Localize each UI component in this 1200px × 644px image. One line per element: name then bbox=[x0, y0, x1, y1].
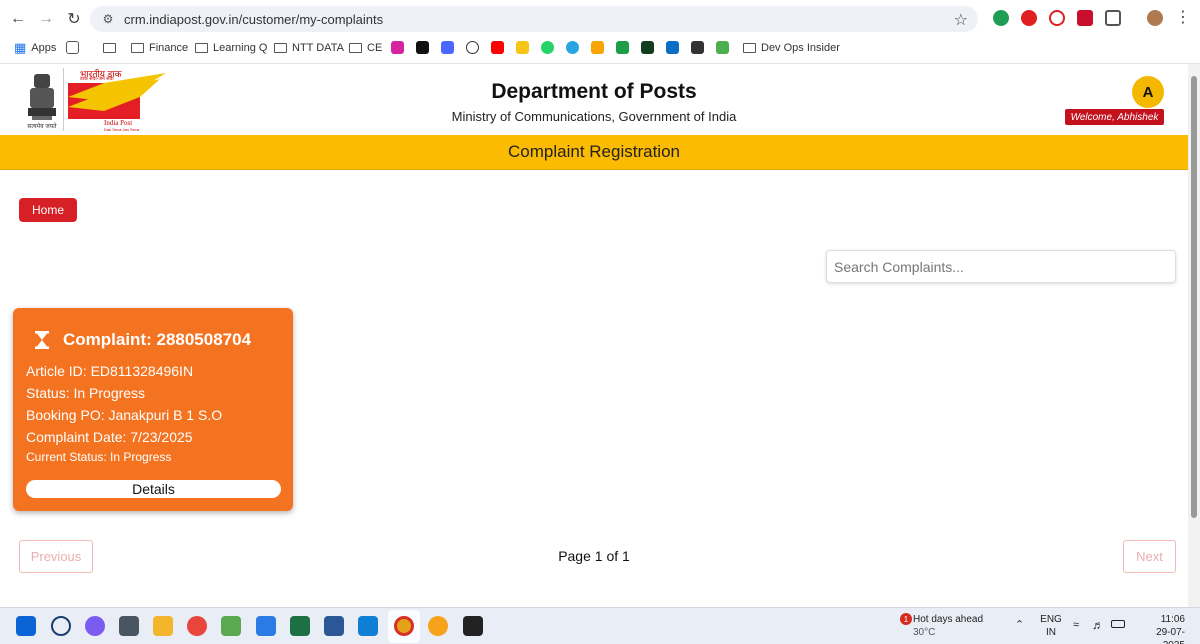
complaint-title: Complaint: 2880508704 bbox=[63, 330, 252, 349]
details-button[interactable]: Details bbox=[26, 480, 281, 498]
complaint-card: Complaint: 2880508704 Article ID: ED8113… bbox=[13, 308, 293, 511]
bookmark-finance[interactable]: Finance bbox=[131, 40, 188, 56]
address-bar[interactable]: ⚙ crm.indiapost.gov.in/customer/my-compl… bbox=[90, 6, 978, 32]
page-subtitle: Ministry of Communications, Government o… bbox=[451, 109, 737, 124]
forward-arrow-icon[interactable]: → bbox=[34, 7, 58, 31]
folder-icon bbox=[274, 43, 287, 53]
bookmark-folder[interactable] bbox=[103, 40, 116, 56]
search-complaints-input[interactable] bbox=[826, 250, 1176, 283]
chevron-up-icon[interactable]: ⌃ bbox=[1015, 618, 1024, 631]
photos-icon[interactable] bbox=[187, 616, 207, 636]
vscode-icon[interactable] bbox=[358, 616, 378, 636]
profile-avatar-icon[interactable] bbox=[1147, 10, 1163, 26]
complaint-status: Status: In Progress bbox=[26, 385, 146, 401]
grid-icon[interactable] bbox=[66, 41, 79, 54]
weather-temp: 30°C bbox=[913, 627, 936, 638]
scrollbar-thumb[interactable] bbox=[1191, 76, 1197, 518]
bookmark-ce[interactable]: CE bbox=[349, 40, 382, 56]
home-button[interactable]: Home bbox=[19, 198, 77, 222]
page-scrollbar[interactable] bbox=[1188, 64, 1200, 607]
folder-icon bbox=[349, 43, 362, 53]
link-icon[interactable] bbox=[591, 41, 604, 54]
folder-icon bbox=[195, 43, 208, 53]
extensions-puzzle-icon[interactable] bbox=[1105, 10, 1121, 26]
clock[interactable]: 11:06 29-07-2025 bbox=[1135, 613, 1185, 644]
apps-grid-icon: ▦ bbox=[14, 40, 27, 55]
word-icon[interactable] bbox=[324, 616, 344, 636]
taskbar: 1 Hot days ahead 30°C ⌃ ENG IN ≈ ♬ 11:06… bbox=[0, 607, 1200, 644]
browser-menu-icon[interactable]: ⋮ bbox=[1175, 7, 1191, 27]
logo-tagline: Dak Seva Jan Seva bbox=[104, 127, 140, 132]
folder-icon bbox=[131, 43, 144, 53]
volume-icon[interactable]: ♬ bbox=[1092, 618, 1104, 632]
complaint-article-id: Article ID: ED811328496IN bbox=[26, 363, 194, 379]
bookmark-ntt-data[interactable]: NTT DATA bbox=[274, 40, 344, 56]
grammarly-extension-icon[interactable] bbox=[993, 10, 1009, 26]
next-button[interactable]: Next bbox=[1123, 540, 1176, 573]
threads-icon[interactable] bbox=[416, 41, 429, 54]
page-content: सत्यमेव जयते भारतीय डाक डाक सेवा-जन सेवा… bbox=[0, 64, 1188, 607]
sheets-plus-icon[interactable] bbox=[616, 41, 629, 54]
bookmark-learning-q[interactable]: Learning Q bbox=[195, 40, 267, 56]
instagram-icon[interactable] bbox=[391, 41, 404, 54]
youtube-icon[interactable] bbox=[491, 41, 504, 54]
bookmark-star-icon[interactable]: ☆ bbox=[954, 10, 968, 30]
back-arrow-icon[interactable]: ← bbox=[6, 7, 30, 31]
browser-chrome: ← → ↻ ⚙ crm.indiapost.gov.in/customer/my… bbox=[0, 0, 1200, 92]
page-indicator: Page 1 of 1 bbox=[558, 548, 630, 564]
amazon-icon[interactable] bbox=[691, 41, 704, 54]
battery-icon[interactable] bbox=[1111, 620, 1125, 628]
banner-title: Complaint Registration bbox=[508, 142, 680, 161]
ai-icon[interactable] bbox=[441, 41, 454, 54]
chatgpt-icon[interactable] bbox=[466, 41, 479, 54]
video-extension-icon[interactable] bbox=[1077, 10, 1093, 26]
keep-icon[interactable] bbox=[516, 41, 529, 54]
edge-canary-icon[interactable] bbox=[428, 616, 448, 636]
terminal-icon[interactable] bbox=[463, 616, 483, 636]
site-settings-icon[interactable]: ⚙ bbox=[100, 11, 116, 27]
record-extension-icon[interactable] bbox=[1049, 10, 1065, 26]
file-explorer-icon[interactable] bbox=[153, 616, 173, 636]
weather-badge: 1 bbox=[900, 613, 912, 625]
whatsapp-icon[interactable] bbox=[541, 41, 554, 54]
search-icon[interactable] bbox=[51, 616, 71, 636]
weather-title: Hot days ahead bbox=[913, 614, 984, 625]
url-text: crm.indiapost.gov.in/customer/my-complai… bbox=[124, 12, 384, 27]
site-header: सत्यमेव जयते भारतीय डाक डाक सेवा-जन सेवा… bbox=[0, 64, 1188, 135]
bookmark-dev-ops-insider[interactable]: Dev Ops Insider bbox=[743, 40, 840, 56]
language-indicator[interactable]: ENG IN bbox=[1040, 613, 1062, 639]
weather-widget[interactable]: Hot days ahead 30°C bbox=[913, 613, 983, 639]
terminal-green-icon[interactable] bbox=[641, 41, 654, 54]
complaint-current-status: Current Status: In Progress bbox=[26, 450, 172, 464]
section-banner: Complaint Registration bbox=[0, 135, 1188, 170]
windows-start-icon[interactable] bbox=[16, 616, 36, 636]
reload-icon[interactable]: ↻ bbox=[62, 7, 86, 31]
monitor-icon[interactable] bbox=[666, 41, 679, 54]
hourglass-icon bbox=[35, 331, 49, 349]
notepad-icon[interactable] bbox=[256, 616, 276, 636]
bookmark-apps[interactable]: ▦ Apps bbox=[14, 40, 56, 56]
welcome-badge: Welcome, Abhishek bbox=[1065, 109, 1164, 125]
folder-icon bbox=[103, 43, 116, 53]
paint-icon[interactable] bbox=[221, 616, 241, 636]
complaint-booking-po: Booking PO: Janakpuri B 1 S.O bbox=[26, 407, 223, 423]
folder-icon bbox=[743, 43, 756, 53]
complaint-card-header: Complaint: 2880508704 bbox=[35, 330, 251, 350]
telegram-icon[interactable] bbox=[566, 41, 579, 54]
user-avatar[interactable]: A bbox=[1132, 76, 1164, 108]
chrome-icon[interactable] bbox=[394, 616, 414, 636]
copilot-icon[interactable] bbox=[85, 616, 105, 636]
page-title: Department of Posts bbox=[491, 80, 697, 103]
excel-icon[interactable] bbox=[290, 616, 310, 636]
wifi-icon[interactable]: ≈ bbox=[1073, 619, 1079, 631]
complaint-date: Complaint Date: 7/23/2025 bbox=[26, 429, 193, 445]
calculator-icon[interactable] bbox=[119, 616, 139, 636]
pinwheel-icon[interactable] bbox=[716, 41, 729, 54]
bookmarks-bar: ▦ Apps Finance Learning Q NTT DATA CE De… bbox=[0, 38, 1200, 92]
opera-extension-icon[interactable] bbox=[1021, 10, 1037, 26]
